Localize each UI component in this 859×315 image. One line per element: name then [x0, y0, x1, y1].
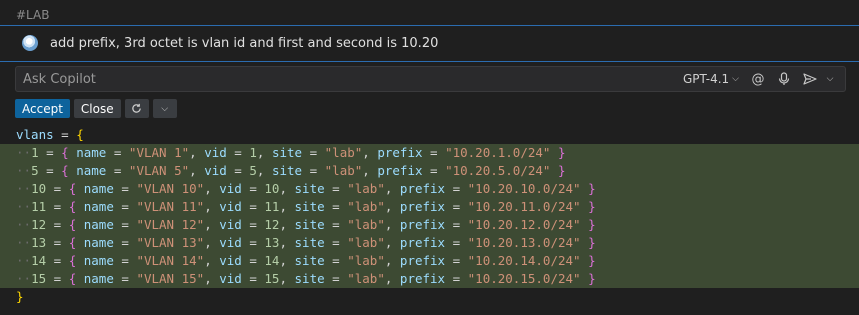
at-icon[interactable]: @: [749, 70, 767, 88]
entry-site: "lab": [347, 235, 385, 250]
accept-button[interactable]: Accept: [15, 99, 70, 118]
entry-vid: 11: [264, 199, 280, 214]
entry-key: 5: [31, 163, 39, 178]
entry-prefix: "10.20.1.0/24": [445, 145, 551, 160]
entry-prefix: "10.20.5.0/24": [445, 163, 551, 178]
section-tag: #LAB: [16, 8, 50, 22]
entry-name: "VLAN 11": [136, 199, 205, 214]
entry-name: "VLAN 10": [136, 181, 205, 196]
model-select[interactable]: GPT-4.1 ⌵: [683, 72, 739, 86]
entry-vid: 14: [264, 253, 280, 268]
entry-key: 14: [31, 253, 47, 268]
chevron-down-icon: ⌵: [732, 74, 739, 84]
var-name: vlans: [16, 127, 54, 142]
entry-site: "lab": [324, 163, 363, 178]
send-icon[interactable]: [801, 70, 819, 88]
code-line-entry: ··1 = { name = "VLAN 1", vid = 1, site =…: [16, 145, 566, 160]
close-button[interactable]: Close: [73, 99, 121, 118]
entry-vid: 1: [249, 145, 257, 160]
entries: ··1 = { name = "VLAN 1", vid = 1, site =…: [0, 144, 859, 288]
code-line-entry: ··15 = { name = "VLAN 15", vid = 15, sit…: [16, 271, 596, 286]
entry-name: "VLAN 14": [136, 253, 205, 268]
model-label: GPT-4.1: [682, 72, 730, 86]
entry-key: 11: [31, 199, 47, 214]
ask-copilot-bar: GPT-4.1 ⌵ @ ⌵: [15, 66, 846, 92]
refresh-icon[interactable]: [124, 99, 149, 118]
entry-vid: 12: [264, 217, 280, 232]
copilot-inline-chat: #LAB add prefix, 3rd octet is vlan id an…: [0, 0, 859, 315]
entry-site: "lab": [347, 181, 385, 196]
code-editor[interactable]: vlans = { ··1 = { name = "VLAN 1", vid =…: [0, 126, 859, 306]
entry-name: "VLAN 12": [136, 217, 205, 232]
entry-key: 13: [31, 235, 47, 250]
code-line-close: }: [16, 289, 24, 304]
entry-site: "lab": [347, 253, 385, 268]
separator: [0, 61, 859, 62]
entry-vid: 10: [264, 181, 280, 196]
entry-prefix: "10.20.14.0/24": [467, 253, 581, 268]
chevron-down-icon[interactable]: ⌵: [821, 70, 839, 88]
action-row: Accept Close ⌵: [15, 99, 181, 118]
prompt-row: add prefix, 3rd octet is vlan id and fir…: [22, 33, 438, 53]
entry-key: 1: [31, 145, 39, 160]
prompt-text: add prefix, 3rd octet is vlan id and fir…: [50, 35, 439, 51]
entry-prefix: "10.20.10.0/24": [467, 181, 581, 196]
entry-prefix: "10.20.15.0/24": [467, 271, 581, 286]
entry-name: "VLAN 13": [136, 235, 205, 250]
entry-key: 10: [31, 181, 47, 196]
entry-vid: 13: [264, 235, 280, 250]
entry-site: "lab": [324, 145, 363, 160]
entry-vid: 5: [249, 163, 257, 178]
entry-prefix: "10.20.13.0/24": [467, 235, 581, 250]
entry-name: "VLAN 1": [128, 145, 190, 160]
code-line-open: vlans = {: [16, 127, 84, 142]
ask-copilot-input[interactable]: [16, 67, 683, 91]
entry-name: "VLAN 5": [128, 163, 190, 178]
entry-key: 12: [31, 217, 47, 232]
microphone-icon[interactable]: [775, 70, 793, 88]
code-line-entry: ··5 = { name = "VLAN 5", vid = 5, site =…: [16, 163, 566, 178]
entry-prefix: "10.20.11.0/24": [467, 199, 581, 214]
code-line-entry: ··10 = { name = "VLAN 10", vid = 10, sit…: [16, 181, 596, 196]
code-line-entry: ··14 = { name = "VLAN 14", vid = 14, sit…: [16, 253, 596, 268]
entry-site: "lab": [347, 217, 385, 232]
code-line-entry: ··13 = { name = "VLAN 13", vid = 13, sit…: [16, 235, 596, 250]
entry-name: "VLAN 15": [136, 271, 205, 286]
entry-vid: 15: [264, 271, 280, 286]
entry-site: "lab": [347, 271, 385, 286]
chevron-down-icon[interactable]: ⌵: [152, 99, 177, 118]
separator: [0, 25, 859, 26]
avatar: [22, 35, 38, 51]
code-line-entry: ··11 = { name = "VLAN 11", vid = 11, sit…: [16, 199, 596, 214]
entry-key: 15: [31, 271, 47, 286]
code-line-entry: ··12 = { name = "VLAN 12", vid = 12, sit…: [16, 217, 596, 232]
entry-prefix: "10.20.12.0/24": [467, 217, 581, 232]
entry-site: "lab": [347, 199, 385, 214]
